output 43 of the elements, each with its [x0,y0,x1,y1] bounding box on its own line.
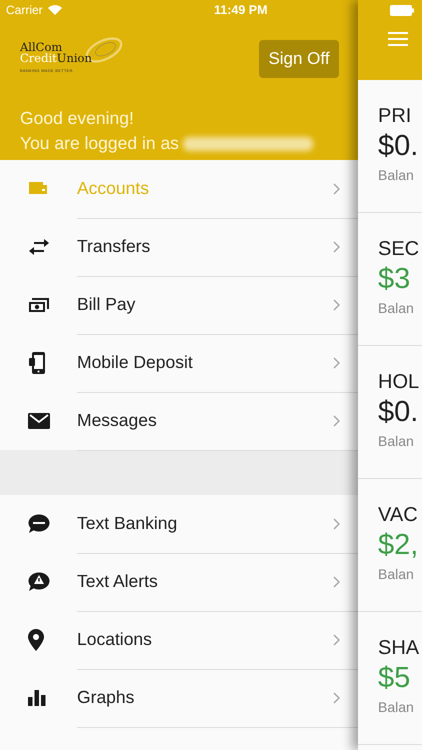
chevron-icon [333,182,340,194]
bar-chart-icon [28,690,46,706]
menu-item[interactable]: Text Alerts [0,553,358,611]
alert-bubble-icon [28,572,50,592]
balance-caption: Balan [378,166,415,185]
menu-item[interactable]: Text Banking [0,495,358,553]
chevron-icon [333,518,340,530]
mobile-deposit-icon [28,352,48,374]
logged-in-text: You are logged in as [20,132,179,155]
balance-caption: Balan [378,565,415,584]
account-name: HOL [378,370,420,394]
mail-icon [28,413,50,429]
chevron-icon [333,692,340,704]
chevron-icon [333,414,340,426]
chevron-icon [333,576,340,588]
carrier-label: Carrier [6,3,43,17]
menu-item[interactable]: Mobile Deposit [0,334,358,392]
account-balance: $2, [378,528,420,563]
account-balance: $3 [378,262,412,297]
account-name: SHA [378,636,420,660]
account-balance: $0. [378,129,420,164]
transfer-icon [28,239,50,255]
clock: 11:49 PM [214,3,269,17]
location-pin-icon [28,629,44,651]
sms-bubble-icon [28,514,50,534]
chevron-icon [333,634,340,646]
account-name: VAC [378,503,419,527]
wifi-icon [48,5,62,15]
battery-icon [390,4,414,16]
greeting-text: Good evening! [20,107,135,130]
chevron-icon [333,356,340,368]
balance-caption: Balan [378,299,415,318]
account-balance: $0. [378,395,420,430]
menu-item[interactable]: Locations [0,611,358,669]
cash-icon [28,297,50,313]
account-name: SEC [378,237,420,261]
chevron-icon [333,298,340,310]
account-name: PRI [378,104,412,128]
chevron-icon [333,240,340,252]
menu-icon[interactable] [388,32,408,46]
account-balance: $5 [378,661,412,696]
balance-caption: Balan [378,432,415,451]
balance-caption: Balan [378,698,415,717]
